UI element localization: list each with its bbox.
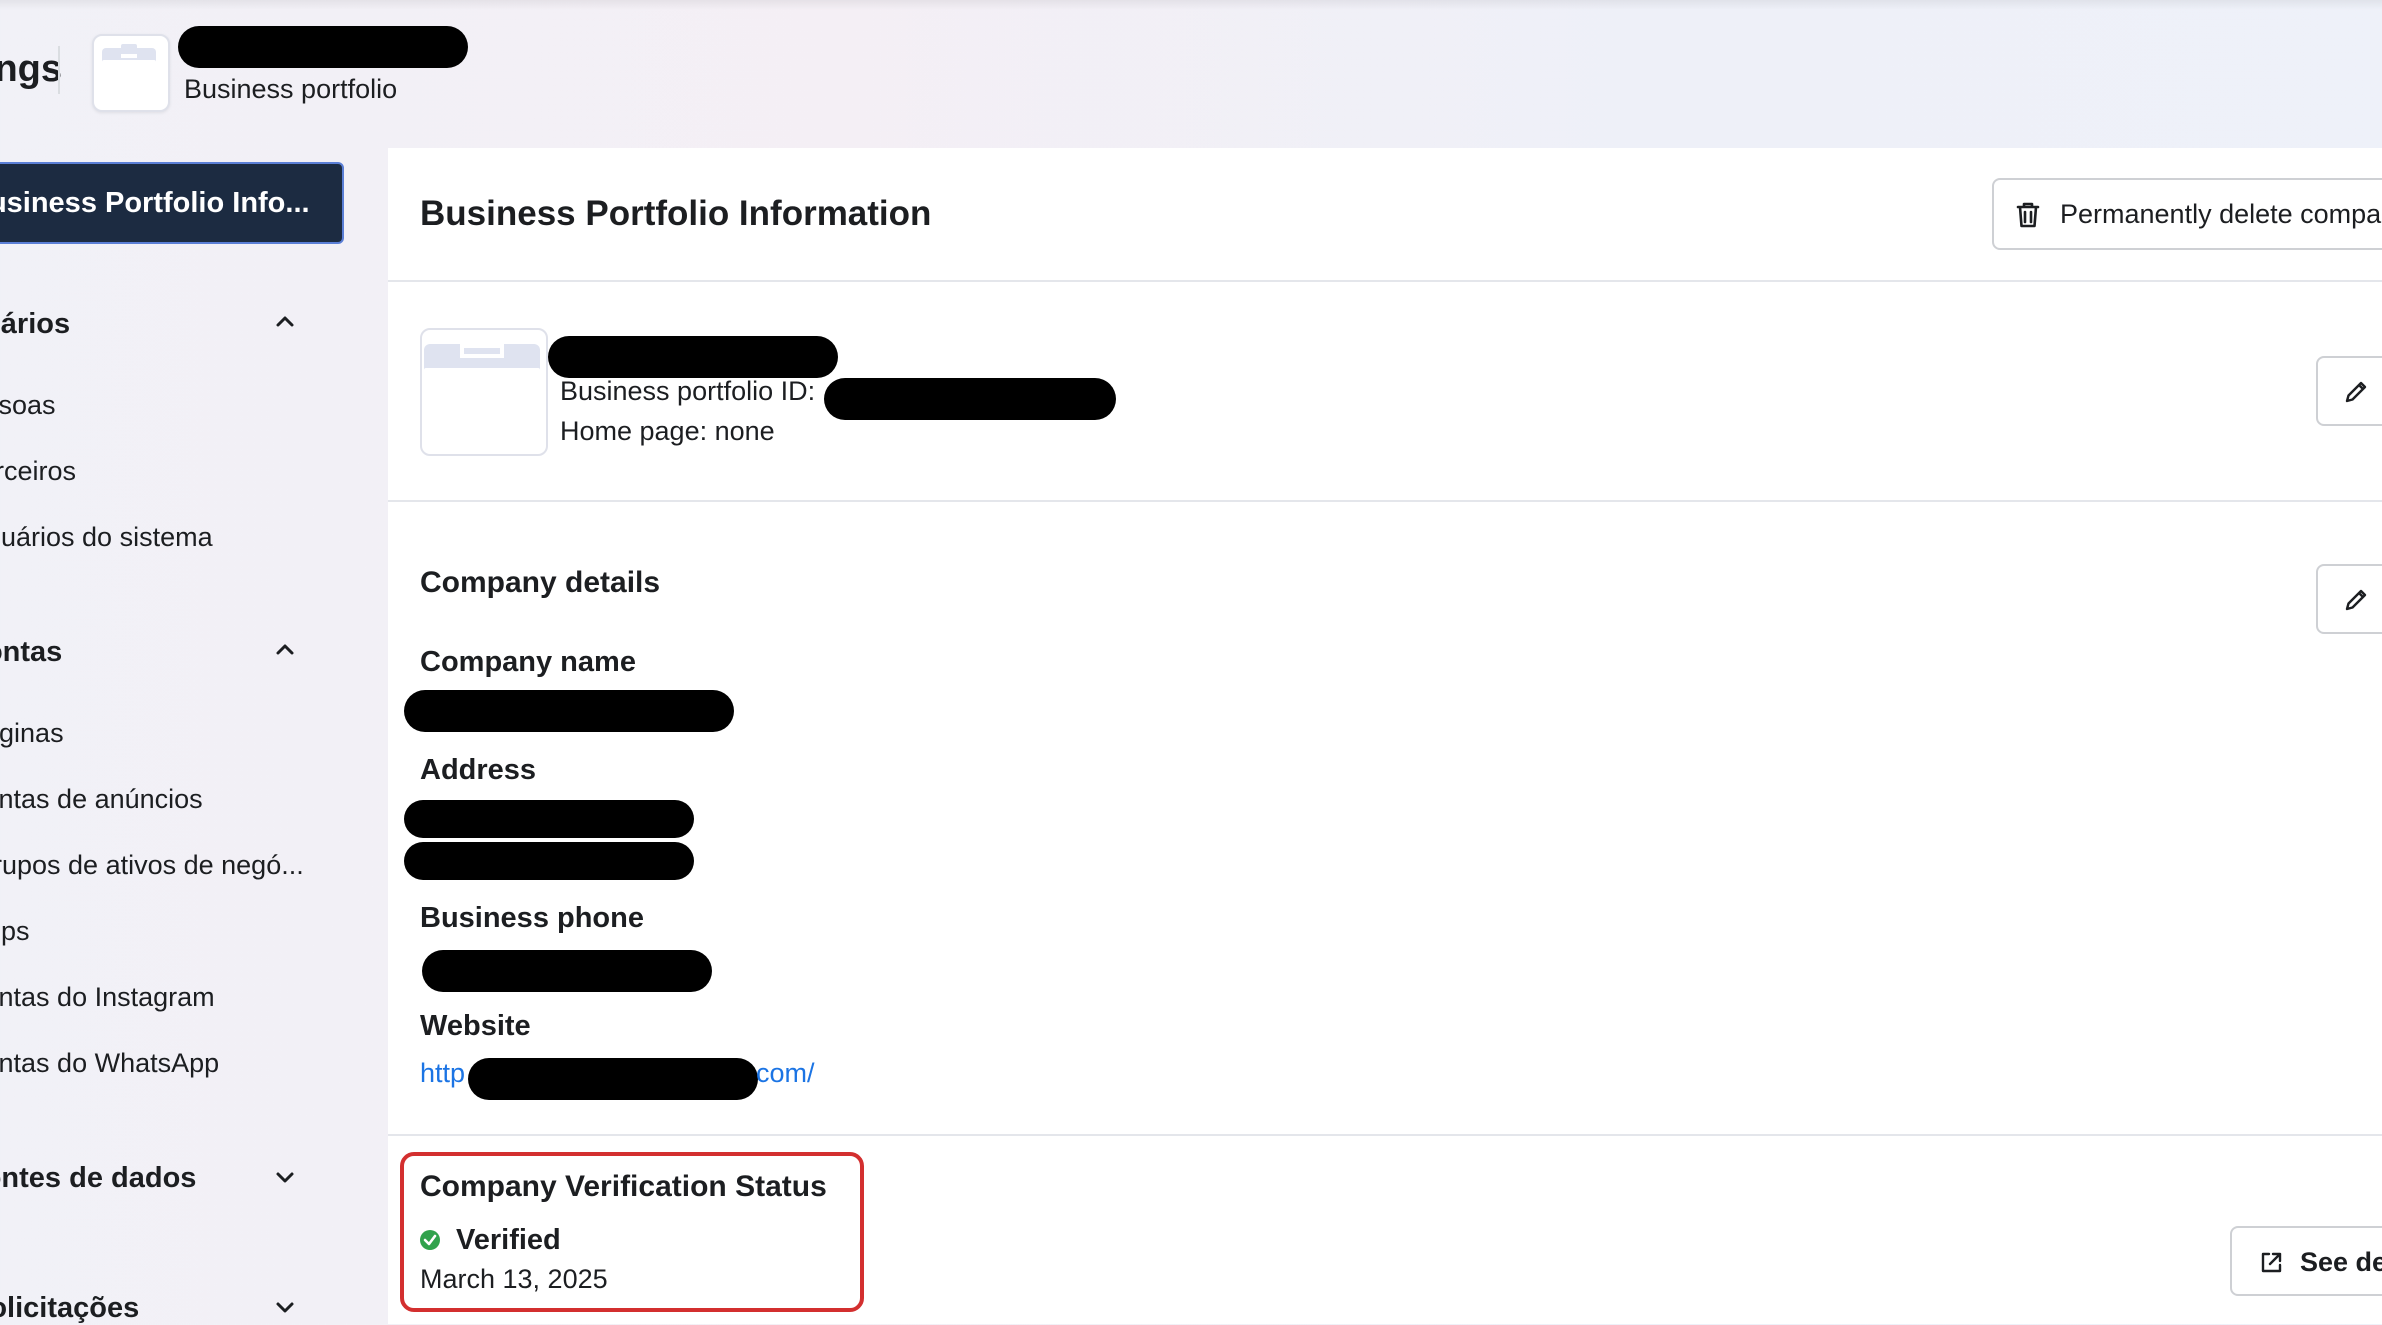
sidebar-item-apps[interactable]: Apps	[0, 916, 30, 947]
pencil-icon	[2345, 589, 2367, 611]
top-shadow	[0, 0, 2382, 10]
sidebar-item-paginas[interactable]: Páginas	[0, 718, 64, 749]
see-details-label: See details	[2300, 1247, 2382, 1277]
chevron-down-icon[interactable]	[274, 1166, 296, 1188]
address-line-1-redacted	[404, 800, 694, 838]
page-title: Business Portfolio Information	[420, 194, 932, 233]
sidebar-item-label: Grupos de ativos de negó...	[0, 850, 304, 880]
sidebar-section-label: Fontes de dados	[0, 1162, 197, 1194]
company-details-title: Company details	[420, 566, 661, 599]
edit-portfolio-button[interactable]	[2316, 356, 2382, 426]
business-name-redacted	[548, 336, 838, 378]
delete-company-label: Permanently delete company	[2060, 199, 2382, 229]
section-divider	[388, 1134, 2382, 1136]
sidebar-section-label: Contas	[0, 636, 63, 668]
business-phone-redacted	[422, 950, 712, 992]
see-details-button[interactable]: See details	[2230, 1226, 2382, 1296]
top-bar: Business Settings Business portfolio	[0, 0, 2382, 148]
verification-date: March 13, 2025	[420, 1264, 608, 1294]
sidebar-section-label: Usuários	[0, 308, 71, 340]
website-link-suffix[interactable]: com/	[756, 1058, 815, 1089]
verified-check-icon	[420, 1230, 440, 1250]
sidebar-item-grupos-de-ativos[interactable]: Grupos de ativos de negó...	[0, 850, 304, 881]
sidebar: Business Portfolio Info... Usuários Pess…	[0, 148, 388, 1324]
chevron-up-icon[interactable]	[274, 310, 296, 332]
sidebar-item-pessoas[interactable]: Pessoas	[0, 390, 56, 421]
sidebar-item-usuarios-do-sistema[interactable]: Usuários do sistema	[0, 522, 213, 553]
chevron-up-icon[interactable]	[274, 638, 296, 660]
business-avatar	[420, 328, 548, 456]
section-divider	[388, 280, 2382, 282]
sidebar-item-parceiros[interactable]: Parceiros	[0, 456, 76, 487]
sidebar-active-label: Business Portfolio Info...	[0, 187, 310, 219]
portfolio-type-label: Business portfolio	[184, 74, 398, 104]
chevron-down-icon[interactable]	[274, 1296, 296, 1318]
sidebar-item-label: Pessoas	[0, 390, 56, 420]
sidebar-item-label: Páginas	[0, 718, 64, 748]
website-url-redacted	[468, 1058, 758, 1100]
sidebar-item-business-portfolio-info[interactable]: Business Portfolio Info...	[0, 162, 344, 244]
main-panel: Business Portfolio Information Permanent…	[388, 148, 2382, 1324]
delete-company-button[interactable]: Permanently delete company	[1992, 178, 2382, 250]
website-label: Website	[420, 1010, 531, 1042]
address-label: Address	[420, 754, 537, 786]
portfolio-avatar[interactable]	[92, 34, 170, 112]
sidebar-item-label: Apps	[0, 916, 30, 946]
portfolio-name-redacted	[178, 26, 468, 68]
sidebar-item-contas-de-anuncios[interactable]: Contas de anúncios	[0, 784, 203, 815]
briefcase-icon	[102, 44, 156, 96]
company-name-label: Company name	[420, 646, 636, 678]
sidebar-section-users[interactable]: Usuários	[0, 308, 70, 341]
sidebar-item-contas-do-whatsapp[interactable]: Contas do WhatsApp	[0, 1048, 219, 1079]
address-line-2-redacted	[404, 842, 694, 880]
portfolio-id-label: Business portfolio ID:	[560, 376, 816, 406]
briefcase-icon	[424, 344, 540, 448]
business-phone-label: Business phone	[420, 902, 644, 934]
sidebar-item-label: Usuários do sistema	[0, 522, 213, 552]
portfolio-id-redacted	[824, 378, 1116, 420]
website-link-prefix[interactable]: http	[420, 1058, 465, 1089]
external-link-icon	[2261, 1252, 2282, 1273]
section-divider	[388, 500, 2382, 502]
sidebar-section-accounts[interactable]: Contas	[0, 636, 62, 669]
sidebar-item-label: Parceiros	[0, 456, 77, 486]
trash-icon	[2016, 202, 2040, 228]
sidebar-section-label: Solicitações	[0, 1292, 140, 1324]
sidebar-item-label: Contas do WhatsApp	[0, 1048, 220, 1078]
sidebar-item-label: Contas de anúncios	[0, 784, 203, 814]
verification-status-title: Company Verification Status	[420, 1170, 827, 1203]
verification-status-value: Verified	[456, 1224, 561, 1256]
sidebar-item-contas-do-instagram[interactable]: Contas do Instagram	[0, 982, 215, 1013]
company-name-redacted	[404, 690, 734, 732]
sidebar-item-label: Contas do Instagram	[0, 982, 215, 1012]
home-page-label: Home page: none	[560, 416, 775, 446]
sidebar-section-requests[interactable]: Solicitações	[0, 1292, 139, 1325]
pencil-icon	[2345, 381, 2367, 403]
edit-company-details-button[interactable]	[2316, 564, 2382, 634]
header-divider	[58, 46, 60, 94]
sidebar-section-data-sources[interactable]: Fontes de dados	[0, 1162, 196, 1195]
app-title: Business Settings	[0, 48, 62, 90]
